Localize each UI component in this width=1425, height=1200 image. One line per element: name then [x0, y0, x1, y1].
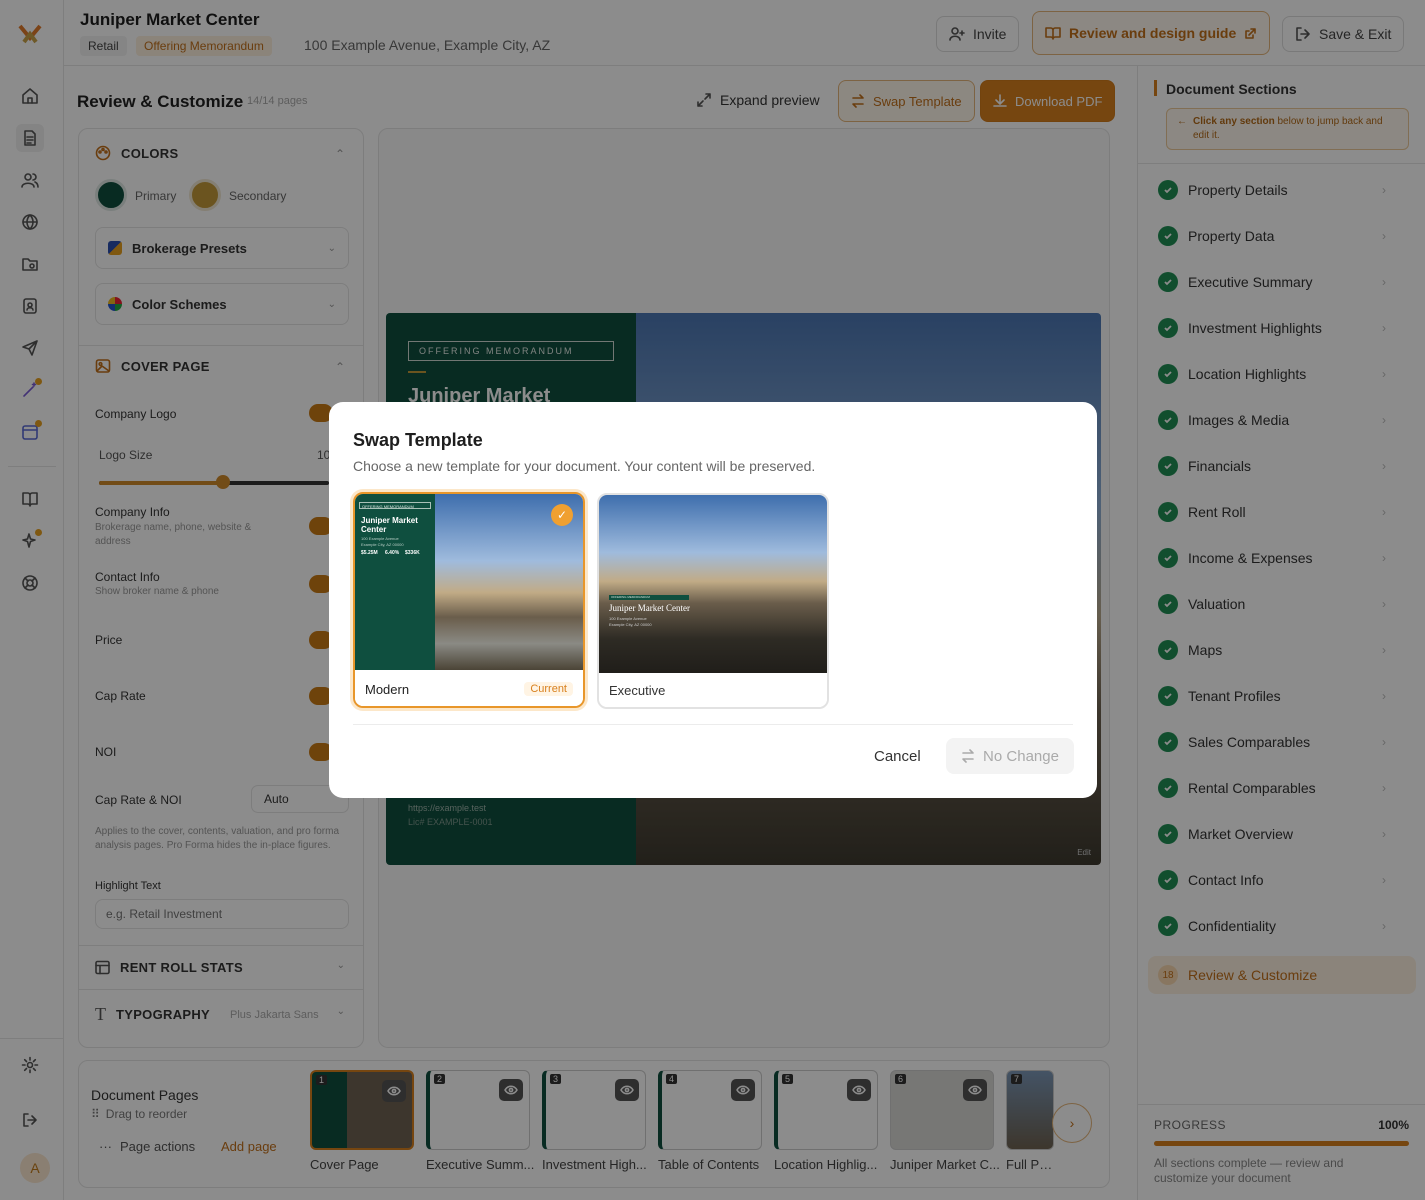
- template-card-modern[interactable]: OFFERING MEMORANDUM Juniper Market Cente…: [353, 492, 585, 708]
- modal-title: Swap Template: [353, 430, 483, 450]
- selected-check-icon: ✓: [551, 504, 573, 526]
- template-name: Executive: [609, 683, 666, 698]
- template-card-executive[interactable]: OFFERING MEMORANDUM Juniper Market Cente…: [597, 493, 829, 709]
- template-name: Modern: [365, 682, 410, 697]
- current-badge: Current: [524, 682, 573, 696]
- cancel-button[interactable]: Cancel: [874, 748, 921, 765]
- swap-icon: [962, 749, 974, 763]
- template-modern-panel: OFFERING MEMORANDUM Juniper Market Cente…: [355, 494, 435, 670]
- swap-template-modal: Swap Template Choose a new template for …: [329, 402, 1097, 798]
- modal-subtitle: Choose a new template for your document.…: [353, 458, 816, 474]
- template-executive-photo: [599, 495, 827, 675]
- no-change-button[interactable]: No Change: [946, 738, 1074, 774]
